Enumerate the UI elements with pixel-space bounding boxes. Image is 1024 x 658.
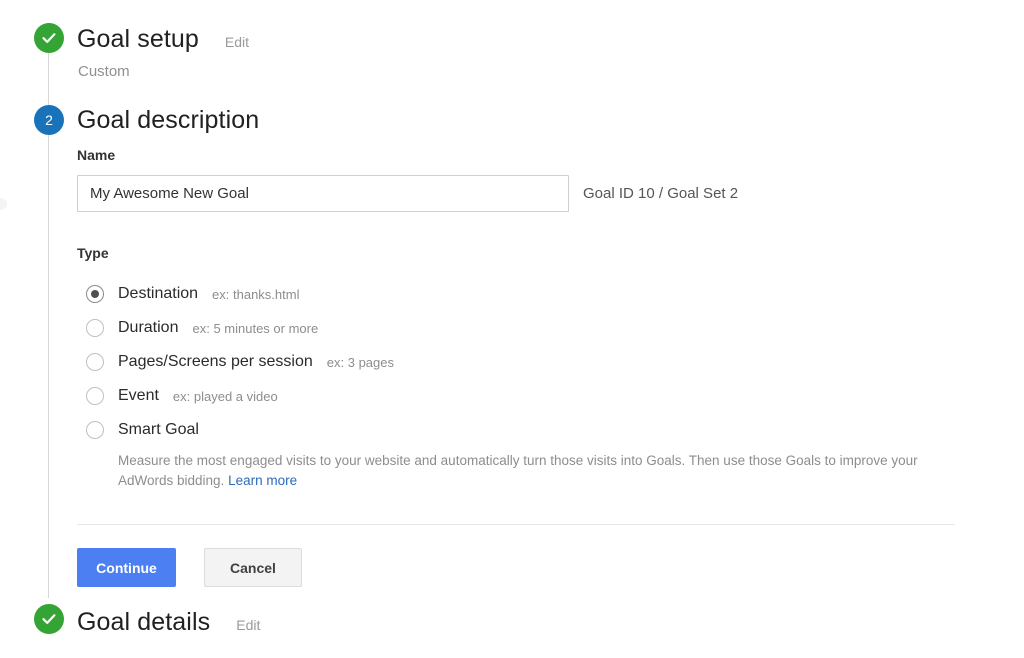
radio-duration-icon[interactable] <box>86 319 104 337</box>
radio-destination-label: Destination <box>118 285 199 302</box>
goal-type-radio-group: Destination ex: thanks.html Duration ex:… <box>86 277 966 491</box>
radio-duration-label: Duration <box>118 319 179 336</box>
goal-name-input[interactable] <box>77 175 569 212</box>
radio-event-label: Event <box>118 387 159 404</box>
goal-wizard-page: Goal setup Edit Custom 2 Goal descriptio… <box>0 0 1024 658</box>
radio-destination-icon[interactable] <box>86 285 104 303</box>
goal-id-text: Goal ID 10 / Goal Set 2 <box>583 185 739 202</box>
smart-goal-learn-more-link[interactable]: Learn more <box>228 473 297 488</box>
step-connector-line-1 <box>48 52 49 110</box>
radio-destination-example: ex: thanks.html <box>212 286 300 302</box>
step-1-edit-link[interactable]: Edit <box>225 34 249 50</box>
radio-option-pages-per-session[interactable]: Pages/Screens per session ex: 3 pages <box>86 345 966 379</box>
step-1-marker-complete <box>34 23 64 53</box>
step-1-header: Goal setup Edit <box>77 25 249 54</box>
form-actions: Continue Cancel <box>77 548 302 587</box>
edge-artifact <box>0 198 7 210</box>
radio-option-destination[interactable]: Destination ex: thanks.html <box>86 277 966 311</box>
check-icon <box>42 33 56 43</box>
step-2-number: 2 <box>45 112 53 128</box>
radio-option-event[interactable]: Event ex: played a video <box>86 379 966 413</box>
radio-duration-example: ex: 5 minutes or more <box>192 320 319 336</box>
type-field-label: Type <box>77 245 109 261</box>
cancel-button[interactable]: Cancel <box>204 548 302 587</box>
radio-pages-per-session-label: Pages/Screens per session <box>118 353 313 370</box>
step-3-marker-complete <box>34 604 64 634</box>
name-field-label: Name <box>77 147 116 163</box>
form-divider <box>77 524 955 525</box>
radio-pages-per-session-icon[interactable] <box>86 353 104 371</box>
radio-smart-goal-icon[interactable] <box>86 421 104 439</box>
check-icon <box>42 614 56 624</box>
step-3-title: Goal details <box>77 608 211 636</box>
radio-event-example: ex: played a video <box>172 388 278 404</box>
step-1-subtitle: Custom <box>78 63 130 80</box>
step-1-title: Goal setup <box>77 25 199 53</box>
smart-goal-description: Measure the most engaged visits to your … <box>118 451 946 491</box>
step-2-title: Goal description <box>77 106 260 134</box>
radio-pages-per-session-example: ex: 3 pages <box>326 354 394 370</box>
radio-event-icon[interactable] <box>86 387 104 405</box>
radio-option-smart-goal[interactable]: Smart Goal <box>86 413 966 447</box>
radio-smart-goal-label: Smart Goal <box>118 421 199 438</box>
continue-button[interactable]: Continue <box>77 548 176 587</box>
step-2-header: Goal description <box>77 106 259 135</box>
step-3-header: Goal details Edit <box>77 608 260 637</box>
step-connector-line-2 <box>48 134 49 598</box>
step-2-marker-active: 2 <box>34 105 64 135</box>
radio-option-duration[interactable]: Duration ex: 5 minutes or more <box>86 311 966 345</box>
step-3-edit-link[interactable]: Edit <box>236 617 260 633</box>
name-field-row: Goal ID 10 / Goal Set 2 <box>77 175 738 212</box>
